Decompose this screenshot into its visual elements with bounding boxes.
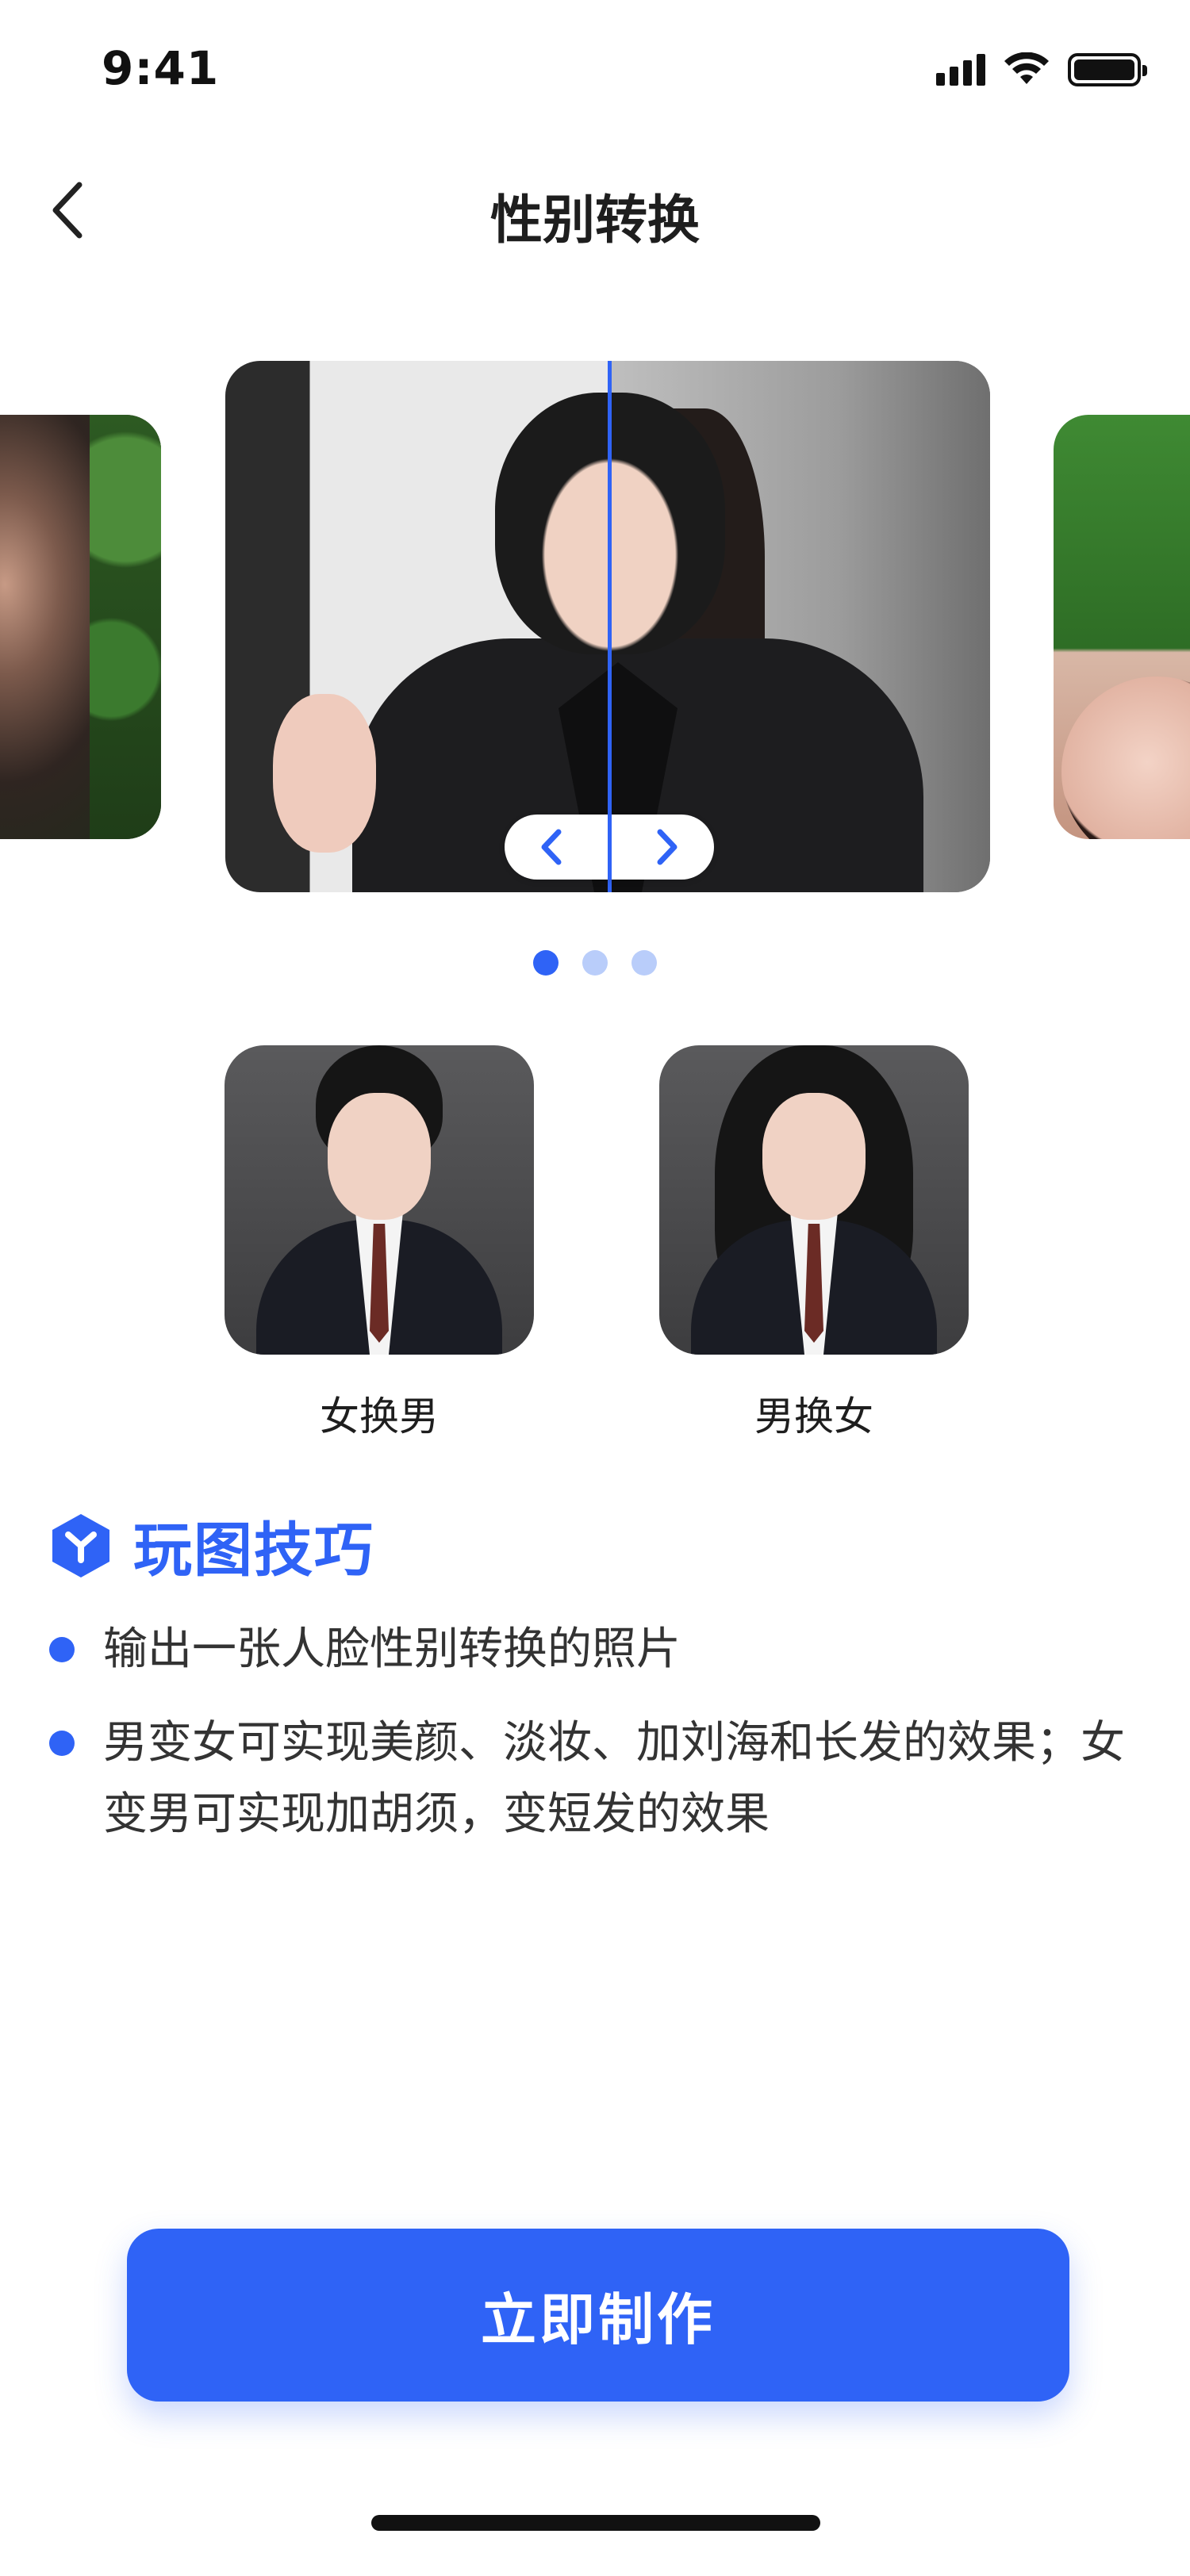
mode-label: 男换女	[754, 1393, 873, 1439]
example-carousel[interactable]	[0, 361, 1190, 900]
status-icons	[936, 52, 1147, 87]
mode-label: 女换男	[320, 1393, 439, 1439]
pager-dot[interactable]	[533, 950, 559, 976]
wifi-icon	[1004, 52, 1049, 84]
chevron-right-icon	[657, 829, 678, 865]
tip-text: 男变女可实现美颜、淡妆、加刘海和长发的效果；女变男可实现加胡须，变短发的效果	[103, 1717, 1125, 1840]
mode-female-to-male[interactable]: 女换男	[225, 1045, 534, 1442]
battery-icon	[1068, 53, 1147, 86]
gender-swap-screen: 9:41 性别转换 女换男 男换女 玩图技巧 输出一张人脸性别转换的照片 男变女…	[0, 0, 1190, 2576]
nav-bar: 性别转换	[0, 159, 1190, 262]
page-title: 性别转换	[490, 190, 700, 251]
carousel-card-previous[interactable]	[0, 415, 161, 839]
home-indicator	[371, 2515, 820, 2531]
chevron-left-icon	[541, 829, 562, 865]
handle-divider	[608, 815, 612, 880]
status-time: 9:41	[102, 41, 220, 95]
tips-title: 玩图技巧	[133, 1516, 374, 1585]
comparison-divider[interactable]	[608, 361, 612, 892]
mode-options: 女换男 男换女	[0, 1045, 1190, 1442]
tips-header: 玩图技巧	[46, 1503, 374, 1588]
pager-dot[interactable]	[582, 950, 608, 976]
before-after-comparison[interactable]	[225, 361, 990, 892]
comparison-slider-handle[interactable]	[505, 815, 714, 880]
tip-item: 男变女可实现美颜、淡妆、加刘海和长发的效果；女变男可实现加胡须，变短发的效果	[49, 1708, 1128, 1850]
cellular-signal-icon	[936, 54, 985, 86]
carousel-pager	[0, 950, 1190, 976]
create-now-button[interactable]: 立即制作	[127, 2229, 1069, 2402]
mode-thumbnail	[659, 1045, 969, 1355]
pager-dot[interactable]	[631, 950, 657, 976]
mode-thumbnail	[225, 1045, 534, 1355]
portrait-hand	[273, 694, 376, 853]
hexagon-y-logo-icon	[52, 1513, 109, 1577]
carousel-card-next[interactable]	[1054, 415, 1190, 839]
status-bar: 9:41	[0, 0, 1190, 143]
tip-text: 输出一张人脸性别转换的照片	[103, 1623, 681, 1675]
mode-male-to-female[interactable]: 男换女	[659, 1045, 969, 1442]
tip-item: 输出一张人脸性别转换的照片	[49, 1614, 1128, 1685]
tips-list: 输出一张人脸性别转换的照片 男变女可实现美颜、淡妆、加刘海和长发的效果；女变男可…	[49, 1614, 1128, 1873]
